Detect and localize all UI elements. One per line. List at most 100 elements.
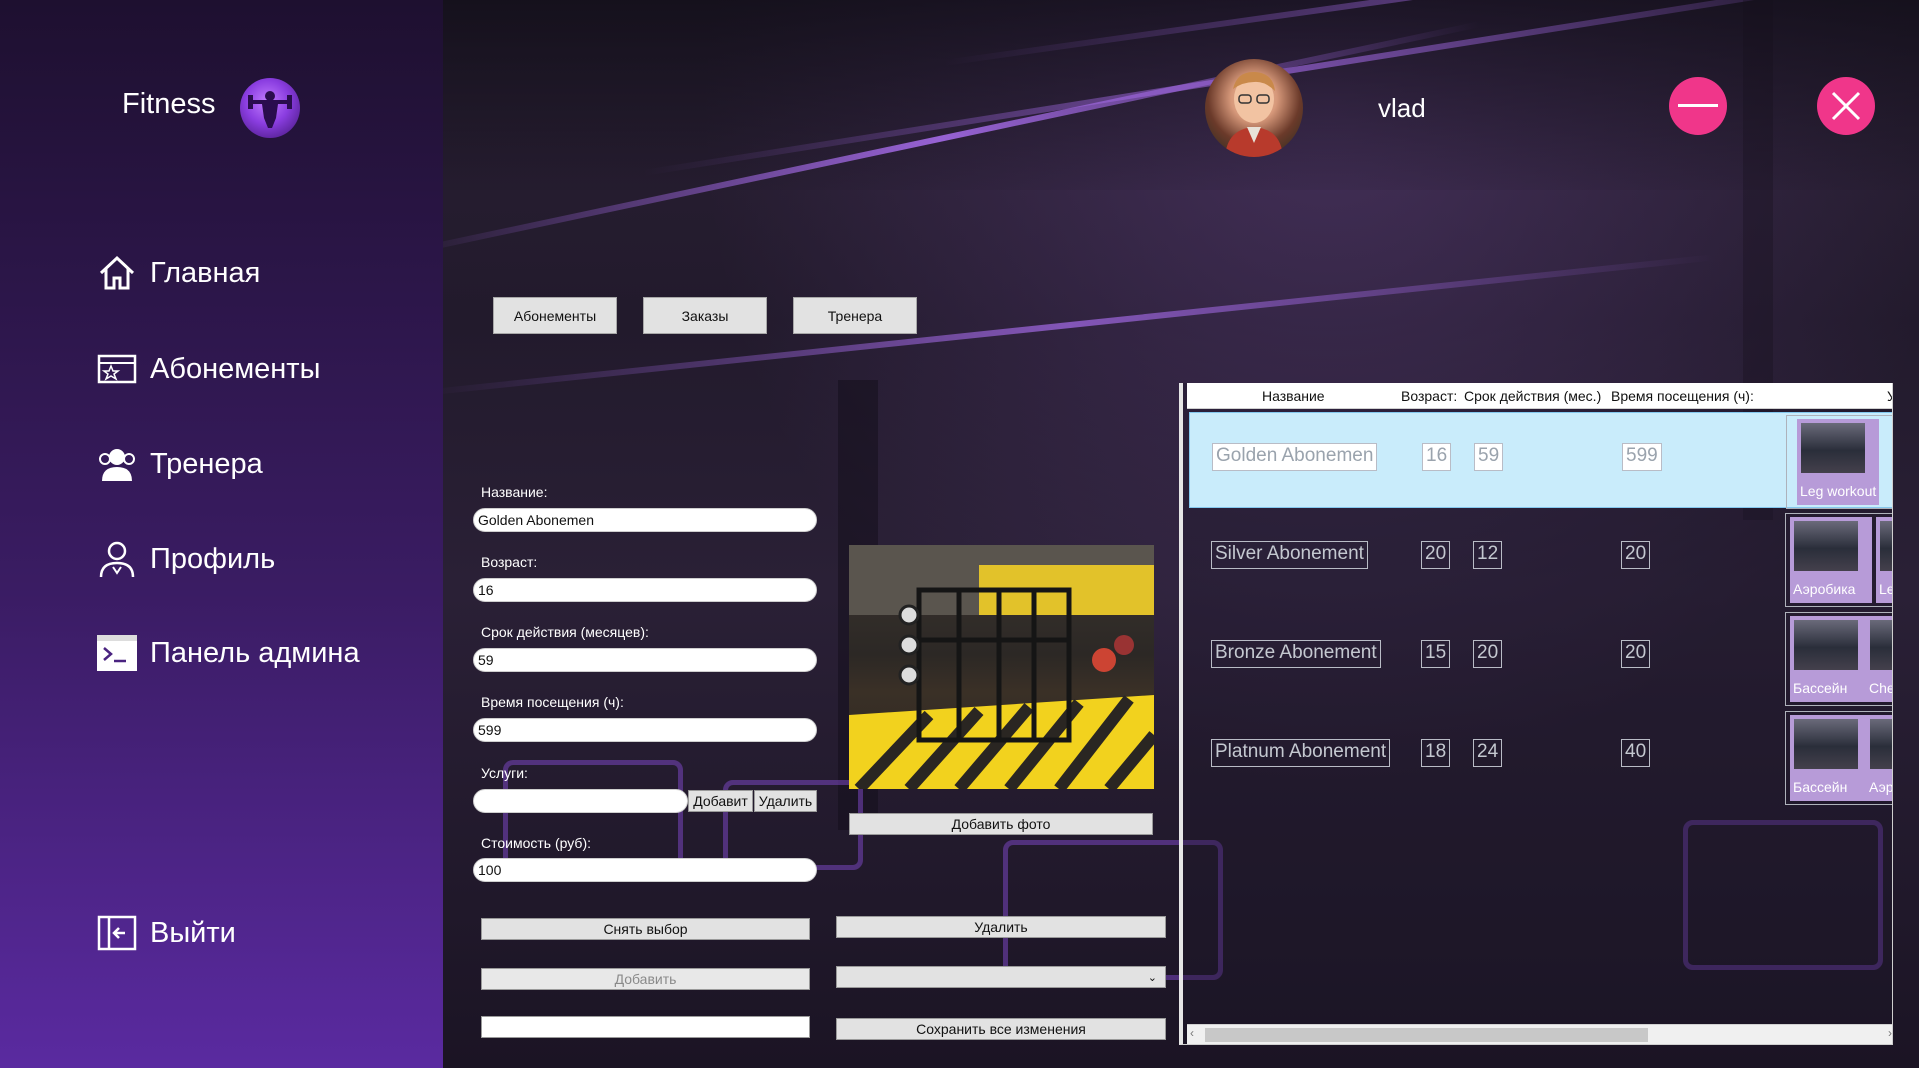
cell-age[interactable]: 20 <box>1421 541 1451 569</box>
service-caption: Бассейн <box>1793 779 1848 795</box>
user-avatar[interactable] <box>1205 59 1303 157</box>
abonement-photo <box>849 545 1154 789</box>
column-header[interactable]: Время посещения (ч): <box>1611 388 1754 404</box>
service-item[interactable]: Leg <box>1876 517 1892 603</box>
minimize-button[interactable] <box>1669 77 1727 135</box>
sidebar: Fitness Главная Абонементы Тренера Профи… <box>0 0 443 1068</box>
cell-name[interactable]: Bronze Abonement <box>1211 640 1381 668</box>
delete-button[interactable]: Удалить <box>836 916 1166 938</box>
cell-duration[interactable]: 59 <box>1474 443 1504 471</box>
cell-age[interactable]: 16 <box>1422 443 1452 471</box>
logout-icon <box>96 912 138 954</box>
scroll-left-icon[interactable]: ‹ <box>1190 1026 1194 1040</box>
save-all-button[interactable]: Сохранить все изменения <box>836 1018 1166 1040</box>
service-image <box>1794 620 1858 670</box>
price-label: Стоимость (руб): <box>481 835 591 851</box>
column-header[interactable]: Название <box>1262 388 1325 404</box>
add-button[interactable]: Добавить <box>481 968 810 990</box>
nav-label-admin: Панель админа <box>150 636 360 669</box>
service-image <box>1801 423 1865 473</box>
tab-abonements[interactable]: Абонементы <box>493 297 617 334</box>
cell-age[interactable]: 18 <box>1421 739 1451 767</box>
table-row[interactable]: Platnum Abonement 18 24 40 Бассейн Аэро <box>1189 709 1893 805</box>
cell-hours[interactable]: 20 <box>1621 640 1651 668</box>
cell-hours[interactable]: 599 <box>1622 443 1662 471</box>
duration-label: Срок действия (месяцев): <box>481 624 649 640</box>
tab-orders[interactable]: Заказы <box>643 297 767 334</box>
service-caption: Аэро <box>1869 779 1893 795</box>
tab-trainers[interactable]: Тренера <box>793 297 917 334</box>
logout-button[interactable]: Выйти <box>96 912 236 954</box>
extra-input[interactable] <box>481 1016 810 1038</box>
app-title: Fitness <box>122 88 216 120</box>
visit-time-label: Время посещения (ч): <box>481 694 624 710</box>
nav-label-profile: Профиль <box>150 542 276 575</box>
table-row[interactable]: Silver Abonement 20 12 20 Аэробика Leg <box>1189 511 1892 607</box>
cell-hours[interactable]: 20 <box>1621 541 1651 569</box>
service-image <box>1794 719 1858 769</box>
light-beam <box>443 254 1717 396</box>
column-header[interactable]: Срок действия (мес.) <box>1464 388 1601 404</box>
cell-name[interactable]: Golden Abonemen <box>1212 443 1378 471</box>
service-image <box>1870 719 1892 769</box>
close-icon <box>1831 91 1861 121</box>
cell-age[interactable]: 15 <box>1421 640 1451 668</box>
service-image <box>1880 521 1892 571</box>
nav-item-abonements[interactable]: Абонементы <box>96 348 320 390</box>
age-input[interactable] <box>473 578 817 602</box>
cell-name[interactable]: Platnum Abonement <box>1211 739 1391 767</box>
remove-service-button[interactable]: Удалить <box>754 790 817 812</box>
nav-item-trainers[interactable]: Тренера <box>96 443 263 485</box>
grid-header: Название Возраст: Срок действия (мес.) В… <box>1187 383 1892 409</box>
age-label: Возраст: <box>481 554 538 570</box>
minimize-icon <box>1678 104 1718 107</box>
cell-duration[interactable]: 20 <box>1473 640 1503 668</box>
scrollbar-thumb[interactable] <box>1205 1028 1648 1042</box>
service-item[interactable]: Ches <box>1866 616 1892 702</box>
logout-label: Выйти <box>150 916 236 949</box>
abonements-grid[interactable]: Название Возраст: Срок действия (мес.) В… <box>1179 383 1893 1045</box>
services-label: Услуги: <box>481 765 528 781</box>
cell-duration[interactable]: 12 <box>1473 541 1503 569</box>
cell-duration[interactable]: 24 <box>1473 739 1503 767</box>
horizontal-scrollbar[interactable]: ‹ › <box>1187 1024 1892 1044</box>
duration-input[interactable] <box>473 648 817 672</box>
service-item[interactable]: Аэробика <box>1790 517 1872 603</box>
service-caption: Аэробика <box>1793 581 1856 597</box>
deselect-button[interactable]: Снять выбор <box>481 918 810 940</box>
service-item[interactable]: Бассейн <box>1790 616 1872 702</box>
price-input[interactable] <box>473 858 817 882</box>
add-service-button[interactable]: Добавит <box>688 790 753 812</box>
services-input[interactable] <box>473 789 688 813</box>
service-caption: Leg <box>1879 581 1892 597</box>
services-list: Leg workout <box>1786 415 1892 509</box>
table-row[interactable]: Golden Abonemen 16 59 599 Leg workout <box>1189 412 1892 509</box>
nav-item-admin[interactable]: Панель админа <box>96 632 360 674</box>
service-item[interactable]: Leg workout <box>1797 419 1879 505</box>
table-row[interactable]: Bronze Abonement 15 20 20 Бассейн Ches <box>1189 610 1892 706</box>
cell-hours[interactable]: 40 <box>1621 739 1651 767</box>
service-image <box>1794 521 1858 571</box>
trainers-icon <box>96 443 138 485</box>
service-item[interactable]: Бассейн <box>1790 715 1872 801</box>
nav-item-profile[interactable]: Профиль <box>96 538 275 580</box>
service-caption: Бассейн <box>1793 680 1848 696</box>
profile-icon <box>96 538 138 580</box>
username: vlad <box>1378 93 1426 123</box>
bench <box>503 760 683 870</box>
visit-time-input[interactable] <box>473 718 817 742</box>
name-input[interactable] <box>473 508 817 532</box>
column-header[interactable]: Возраст: <box>1401 388 1457 404</box>
home-icon <box>96 252 138 294</box>
add-photo-button[interactable]: Добавить фото <box>849 813 1153 835</box>
close-button[interactable] <box>1817 77 1875 135</box>
ticket-icon <box>96 348 138 390</box>
cell-name[interactable]: Silver Abonement <box>1211 541 1368 569</box>
scroll-right-icon[interactable]: › <box>1888 1026 1892 1040</box>
name-label: Название: <box>481 484 548 500</box>
service-item[interactable]: Аэро <box>1866 715 1893 801</box>
select-dropdown[interactable]: ⌄ <box>836 966 1166 988</box>
nav-item-home[interactable]: Главная <box>96 252 260 294</box>
column-header[interactable]: Ус <box>1887 388 1892 404</box>
services-list: Аэробика Leg <box>1785 513 1892 607</box>
